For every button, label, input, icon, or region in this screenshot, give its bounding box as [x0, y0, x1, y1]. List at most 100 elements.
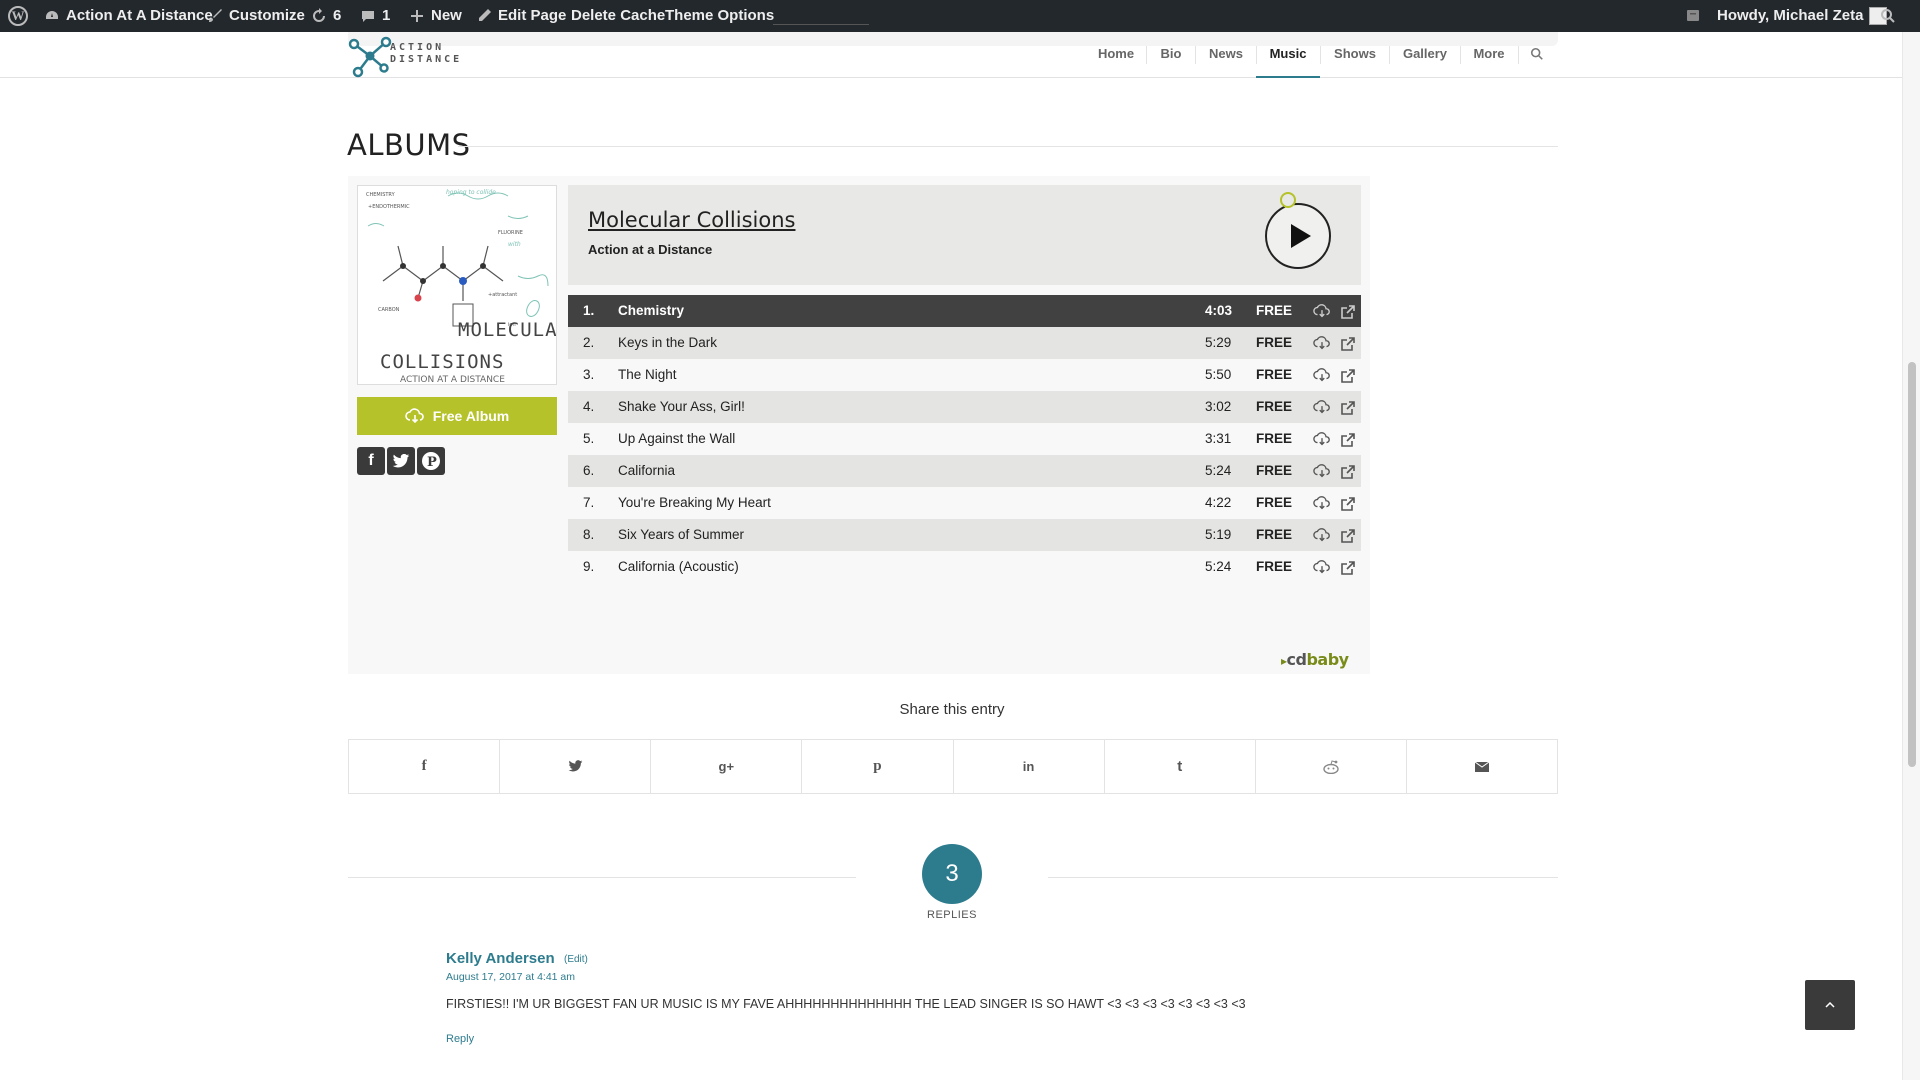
track-row[interactable]: 3. The Night 5:50 FREE [568, 359, 1361, 391]
track-row[interactable]: 9. California (Acoustic) 5:24 FREE [568, 551, 1361, 583]
comment-author[interactable]: Kelly Andersen [446, 950, 555, 967]
twitter-icon[interactable] [387, 447, 415, 475]
download-icon[interactable] [1313, 303, 1331, 319]
share-facebook-button[interactable]: f [349, 740, 501, 793]
track-price[interactable]: FREE [1256, 303, 1292, 318]
external-link-icon[interactable] [1340, 304, 1356, 320]
brush-icon [209, 9, 222, 22]
admin-bar: W Action At A Distance Customize 6 1 New… [0, 0, 1920, 32]
track-price[interactable]: FREE [1256, 399, 1292, 414]
download-icon[interactable] [1313, 399, 1331, 415]
album-cover[interactable]: CHEMISTRY +ENDOTHERMIC FLUORINE CARBON +at… [357, 185, 557, 385]
nav-divider [1460, 46, 1461, 64]
delete-cache-link[interactable]: Delete Cache [571, 0, 665, 32]
external-link-icon[interactable] [1340, 464, 1356, 480]
external-link-icon[interactable] [1340, 432, 1356, 448]
track-price[interactable]: FREE [1256, 431, 1292, 446]
track-duration: 5:29 [1205, 335, 1232, 350]
admin-site-name[interactable]: Action At A Distance [44, 0, 213, 32]
track-row[interactable]: 8. Six Years of Summer 5:19 FREE [568, 519, 1361, 551]
edit-page-label: Edit Page [498, 7, 567, 24]
progress-knob[interactable] [1280, 192, 1296, 208]
track-price[interactable]: FREE [1256, 559, 1292, 574]
replies-count-badge: 3 [922, 844, 982, 904]
share-linkedin-button[interactable]: in [954, 740, 1105, 793]
comment-date[interactable]: August 17, 2017 at 4:41 am [446, 971, 575, 983]
track-price[interactable]: FREE [1256, 463, 1292, 478]
wordpress-logo-icon[interactable]: W [8, 0, 28, 32]
my-account-link[interactable]: Howdy, Michael Zeta [1717, 0, 1888, 32]
comment-body: FIRSTIES!! I'M UR BIGGEST FAN UR MUSIC I… [446, 997, 1246, 1011]
download-icon[interactable] [1313, 495, 1331, 511]
customize-link[interactable]: Customize [207, 0, 305, 32]
download-icon[interactable] [1313, 463, 1331, 479]
comments-link[interactable]: 1 [360, 0, 390, 32]
download-icon[interactable] [1313, 335, 1331, 351]
scrollbar-thumb[interactable] [1908, 362, 1916, 767]
share-twitter-button[interactable] [500, 740, 652, 793]
share-google-plus-button[interactable]: g+ [651, 740, 803, 793]
svg-text:hoping to collide: hoping to collide [446, 189, 496, 196]
share-pinterest-button[interactable]: p [802, 740, 954, 793]
external-link-icon[interactable] [1340, 336, 1356, 352]
cdbaby-cd: cd [1286, 650, 1307, 669]
track-price[interactable]: FREE [1256, 495, 1292, 510]
facebook-icon: f [421, 758, 427, 774]
play-button[interactable] [1265, 203, 1331, 269]
nav-bio[interactable]: Bio [1152, 32, 1190, 78]
track-row[interactable]: 7. You're Breaking My Heart 4:22 FREE [568, 487, 1361, 519]
free-album-button[interactable]: Free Album [357, 397, 557, 435]
track-duration: 5:50 [1205, 367, 1232, 382]
track-duration: 4:03 [1205, 303, 1233, 318]
download-icon[interactable] [1313, 431, 1331, 447]
share-reddit-button[interactable] [1256, 740, 1407, 793]
track-title: The Night [618, 367, 677, 382]
nav-home[interactable]: Home [1092, 32, 1140, 78]
nav-shows[interactable]: Shows [1325, 32, 1385, 78]
cdbaby-logo[interactable]: ▸cdbaby [1281, 650, 1349, 669]
updates-link[interactable]: 6 [311, 0, 341, 32]
share-tumblr-button[interactable]: t [1105, 740, 1256, 793]
track-row[interactable]: 6. California 5:24 FREE [568, 455, 1361, 487]
theme-options-link[interactable]: Theme Options [665, 0, 774, 32]
edit-page-link[interactable]: Edit Page [476, 0, 566, 32]
facebook-icon[interactable]: f [357, 447, 385, 475]
share-mail-button[interactable] [1407, 740, 1557, 793]
nav-music[interactable]: Music [1256, 32, 1320, 78]
external-link-icon[interactable] [1340, 368, 1356, 384]
track-number: 9. [583, 559, 595, 574]
notification-icon[interactable] [1685, 0, 1701, 32]
page-scrollbar[interactable] [1902, 32, 1920, 1080]
external-link-icon[interactable] [1340, 400, 1356, 416]
scroll-to-top-button[interactable] [1805, 980, 1855, 1030]
track-price[interactable]: FREE [1256, 367, 1292, 382]
download-icon[interactable] [1313, 527, 1331, 543]
theme-options-label: Theme Options [665, 7, 775, 24]
pinterest-icon[interactable]: P [417, 447, 445, 475]
nav-news[interactable]: News [1200, 32, 1252, 78]
track-row[interactable]: 4. Shake Your Ass, Girl! 3:02 FREE [568, 391, 1361, 423]
download-icon[interactable] [1313, 367, 1331, 383]
nav-more[interactable]: More [1464, 32, 1514, 78]
track-title: Chemistry [618, 303, 685, 318]
comment-reply-link[interactable]: Reply [446, 1033, 474, 1045]
nav-search-icon[interactable] [1526, 32, 1548, 78]
comment-edit-link[interactable]: (Edit) [564, 954, 588, 965]
external-link-icon[interactable] [1340, 528, 1356, 544]
external-link-icon[interactable] [1340, 560, 1356, 576]
album-title[interactable]: Molecular Collisions [588, 208, 795, 232]
nav-gallery[interactable]: Gallery [1394, 32, 1456, 78]
track-price[interactable]: FREE [1256, 335, 1292, 350]
external-link-icon[interactable] [1340, 496, 1356, 512]
download-icon[interactable] [1313, 559, 1331, 575]
track-row[interactable]: 5. Up Against the Wall 3:31 FREE [568, 423, 1361, 455]
album-header: Molecular Collisions Action at a Distanc… [568, 185, 1361, 285]
track-row[interactable]: 1. Chemistry 4:03 FREE [568, 295, 1361, 327]
svg-text:with: with [508, 241, 521, 248]
new-content-link[interactable]: New [409, 0, 462, 32]
admin-search-icon[interactable] [1880, 0, 1896, 32]
refresh-icon [313, 8, 325, 22]
track-price[interactable]: FREE [1256, 527, 1292, 542]
site-logo[interactable]: ACTION DISTANCE [348, 34, 459, 78]
track-row[interactable]: 2. Keys in the Dark 5:29 FREE [568, 327, 1361, 359]
